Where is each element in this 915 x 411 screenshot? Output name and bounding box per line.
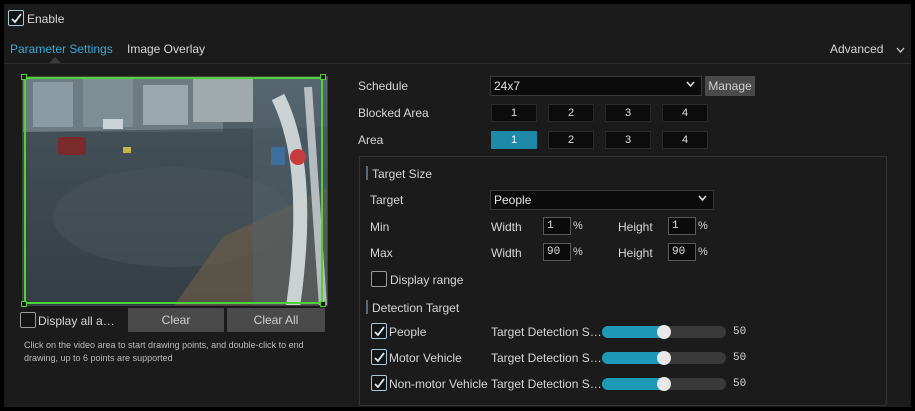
people-checkbox[interactable] (371, 323, 387, 339)
display-range-checkbox[interactable] (371, 271, 387, 287)
motor-vehicle-label: Motor Vehicle (389, 351, 462, 365)
schedule-select[interactable]: 24x7 (490, 76, 702, 96)
area-1[interactable]: 1 (491, 131, 537, 149)
non-motor-vehicle-sensitivity-thumb[interactable] (657, 377, 671, 391)
max-width-input[interactable]: 90 (543, 243, 571, 261)
motor-vehicle-sensitivity-thumb[interactable] (657, 351, 671, 365)
blocked-area-2[interactable]: 2 (548, 104, 594, 122)
chevron-down-icon (686, 81, 695, 87)
non-motor-vehicle-sensitivity-label: Target Detection S… (491, 377, 602, 391)
target-select[interactable]: People (490, 190, 714, 210)
check-icon (374, 326, 385, 337)
blocked-area-3[interactable]: 3 (605, 104, 651, 122)
non-motor-vehicle-label: Non-motor Vehicle (389, 377, 488, 391)
non-motor-vehicle-checkbox[interactable] (371, 375, 387, 391)
max-width-unit: % (573, 246, 583, 258)
min-height-unit: % (698, 220, 708, 232)
area-2[interactable]: 2 (548, 131, 594, 149)
max-height-label: Height (618, 246, 653, 260)
target-size-title: Target Size (372, 167, 433, 181)
check-icon (374, 378, 385, 389)
max-label: Max (370, 246, 393, 260)
target-value: People (494, 193, 532, 207)
max-height-unit: % (698, 246, 708, 258)
check-icon (11, 13, 22, 24)
detection-target-title: Detection Target (372, 301, 460, 315)
section-marker (366, 166, 368, 180)
enable-label: Enable (27, 12, 65, 26)
main-frame: Enable Parameter Settings Image Overlay … (4, 4, 911, 407)
active-tab-pointer (49, 57, 61, 63)
motor-vehicle-sensitivity-label: Target Detection S… (491, 351, 602, 365)
area-4[interactable]: 4 (662, 131, 708, 149)
display-range-label: Display range (390, 273, 464, 287)
min-label: Min (370, 220, 390, 234)
min-width-input[interactable]: 1 (543, 217, 571, 235)
people-sensitivity-value: 50 (733, 326, 747, 338)
non-motor-vehicle-sensitivity-value: 50 (733, 378, 747, 390)
area-label: Area (358, 133, 384, 147)
schedule-value: 24x7 (494, 79, 521, 93)
clear-all-button[interactable]: Clear All (227, 308, 325, 332)
clear-button[interactable]: Clear (128, 308, 224, 332)
slider-fill (602, 326, 664, 338)
motor-vehicle-checkbox[interactable] (371, 349, 387, 365)
area-3[interactable]: 3 (605, 131, 651, 149)
max-height-input[interactable]: 90 (668, 243, 696, 261)
region-handle[interactable] (21, 74, 27, 80)
advanced-dropdown[interactable]: Advanced (830, 42, 883, 56)
people-sensitivity-thumb[interactable] (657, 325, 671, 339)
blocked-area-4[interactable]: 4 (662, 104, 708, 122)
target-label: Target (370, 193, 404, 207)
tab-parameter-settings[interactable]: Parameter Settings (10, 42, 113, 56)
manage-button[interactable]: Manage (705, 76, 755, 96)
schedule-label: Schedule (358, 79, 409, 93)
blocked-area-1[interactable]: 1 (491, 104, 537, 122)
region-handle[interactable] (21, 301, 27, 307)
people-sensitivity-label: Target Detection S… (491, 325, 602, 339)
slider-fill (602, 352, 664, 364)
min-width-unit: % (573, 220, 583, 232)
region-handle[interactable] (320, 74, 326, 80)
min-height-label: Height (618, 220, 653, 234)
tab-image-overlay[interactable]: Image Overlay (127, 42, 205, 56)
display-all-checkbox[interactable] (20, 312, 36, 328)
drawing-hint: Click on the video area to start drawing… (24, 340, 304, 363)
min-height-input[interactable]: 1 (668, 217, 696, 235)
blocked-area-label: Blocked Area (358, 106, 429, 120)
region-handle[interactable] (320, 301, 326, 307)
motor-vehicle-sensitivity-value: 50 (733, 352, 747, 364)
chevron-down-icon[interactable] (896, 47, 905, 53)
detection-region-outline[interactable] (24, 77, 323, 304)
slider-fill (602, 378, 664, 390)
people-label: People (389, 325, 427, 339)
display-all-label: Display all a… (38, 314, 115, 328)
chevron-down-icon (698, 195, 707, 201)
check-icon (374, 352, 385, 363)
enable-checkbox[interactable] (8, 10, 24, 26)
max-width-label: Width (491, 246, 522, 260)
section-marker (366, 300, 368, 314)
min-width-label: Width (491, 220, 522, 234)
